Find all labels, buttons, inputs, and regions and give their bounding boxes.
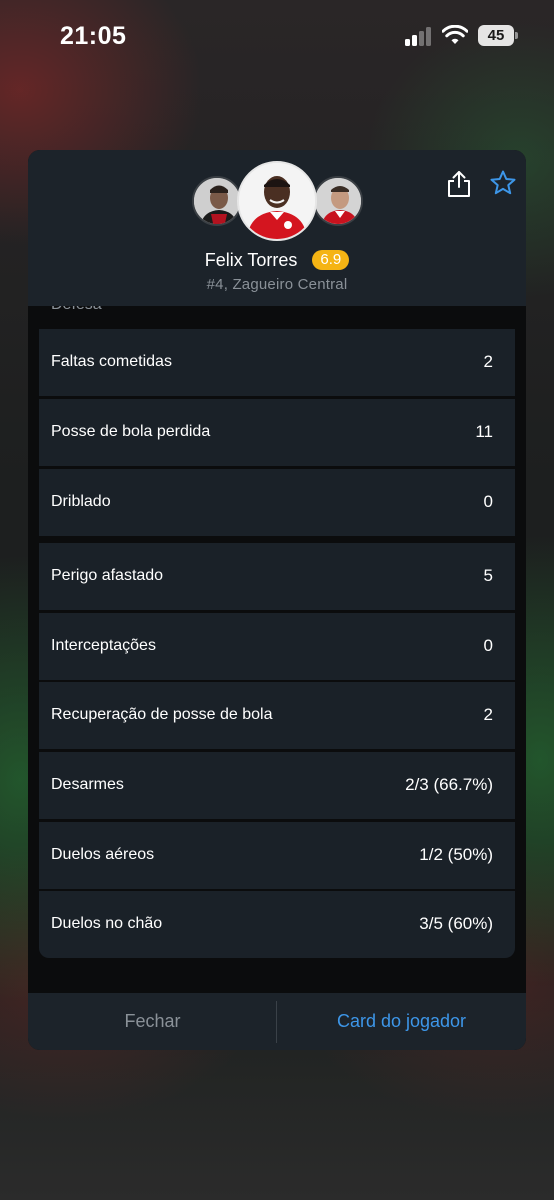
battery-icon: 45 [478,25,518,46]
stat-value: 0 [483,636,493,655]
player-photo [237,161,317,241]
rating-badge: 6.9 [312,250,350,271]
stat-label: Driblado [51,493,111,510]
stat-row: Posse de bola perdida 11 [39,399,515,466]
stat-label: Desarmes [51,776,124,793]
player-number-position: #4, Zagueiro Central [206,276,348,293]
stat-label: Interceptações [51,637,156,654]
share-icon[interactable] [446,170,472,198]
stats-list: Defesa Faltas cometidas2Posse de bola pe… [39,270,515,958]
stat-value: 1/2 (50%) [419,845,493,864]
stat-row: Duelos aéreos 1/2 (50%) [39,822,515,889]
wifi-icon [442,25,468,44]
footer-bar: Fechar Card do jogador [28,993,526,1050]
status-bar: 21:05 45 [0,0,554,74]
previous-player-avatar[interactable] [192,176,242,226]
cellular-signal-icon [405,26,435,46]
stat-value: 0 [483,492,493,511]
favorite-star-icon[interactable] [489,169,517,197]
stat-label: Perigo afastado [51,567,164,584]
stat-row: Driblado 0 [39,469,515,536]
stat-label: Duelos aéreos [51,846,155,863]
close-button[interactable]: Fechar [28,993,277,1050]
player-name-row: Felix Torres 6.9 [28,249,526,271]
stat-label: Recuperação de posse de bola [51,706,273,723]
stat-label: Faltas cometidas [51,353,172,370]
stat-row: Faltas cometidas 2 [39,329,515,396]
stat-value: 11 [475,422,493,441]
player-name: Felix Torres [204,249,298,270]
stat-row: Duelos no chão 3/5 (60%) [39,891,515,958]
next-player-avatar[interactable] [313,176,363,226]
stat-row: Recuperação de posse de bola 2 [39,682,515,749]
stat-label: Posse de bola perdida [51,423,211,440]
stat-row: Desarmes 2/3 (66.7%) [39,752,515,819]
clock: 21:05 [60,22,127,50]
player-stats-sheet: Felix Torres 6.9 #4, Zagueiro Central De… [28,150,526,1050]
stat-value: 2 [483,705,493,724]
stat-row: Interceptações 0 [39,613,515,680]
stat-value: 2 [483,352,493,371]
player-card-button[interactable]: Card do jogador [277,993,526,1050]
stat-row: Perigo afastado 5 [39,543,515,610]
stat-value: 3/5 (60%) [419,914,493,933]
stat-value: 2/3 (66.7%) [405,775,493,794]
stat-value: 5 [483,566,493,585]
player-header: Felix Torres 6.9 #4, Zagueiro Central [28,150,526,306]
stat-label: Duelos no chão [51,915,163,932]
